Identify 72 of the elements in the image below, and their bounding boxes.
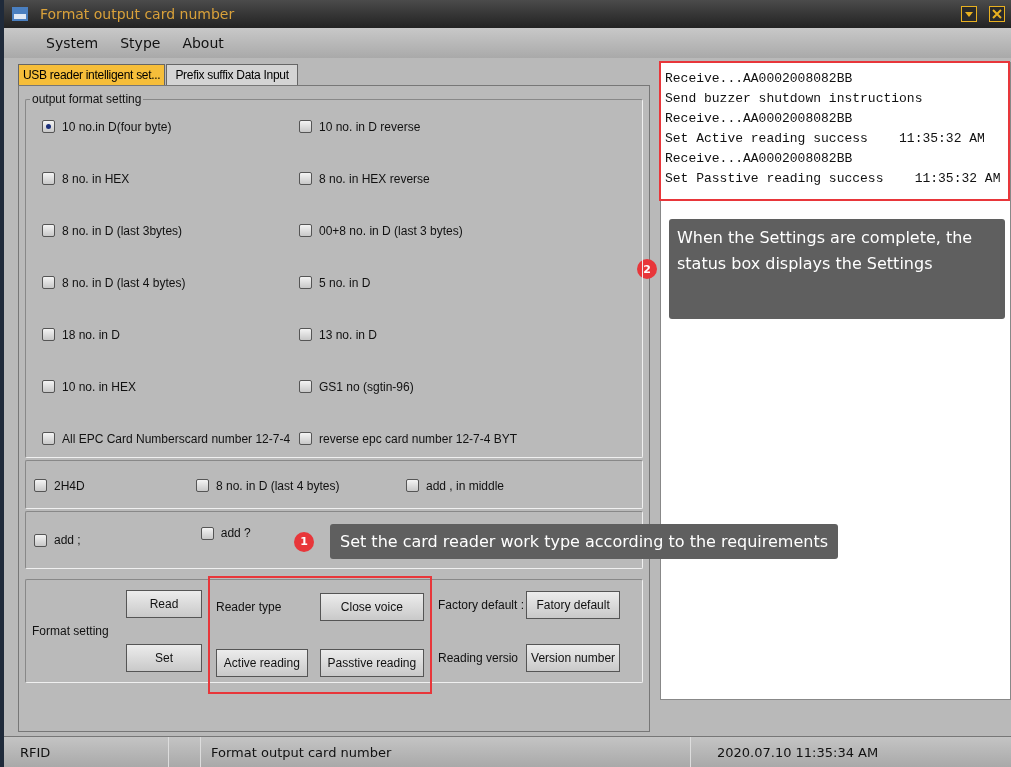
log-line: Send buzzer shutdown instructions (665, 90, 924, 108)
option-label: All EPC Card Numberscard number 12-7-4 (62, 431, 291, 446)
option-label: 10 no. in D reverse (319, 119, 421, 134)
status-title: Format output card number (201, 737, 691, 767)
number-badge: 2 (637, 259, 657, 279)
option-label: 18 no. in D (62, 327, 121, 342)
checkbox[interactable] (406, 479, 419, 492)
option-label: add , in middle (426, 478, 505, 493)
status-datetime: 2020.07.10 11:35:34 AM (716, 743, 879, 762)
set-button[interactable]: Set (126, 644, 202, 672)
option-label: reverse epc card number 12-7-4 BYT (319, 431, 518, 446)
checkbox[interactable] (42, 172, 55, 185)
checkbox[interactable] (42, 380, 55, 393)
checkbox[interactable] (299, 380, 312, 393)
checkbox[interactable] (299, 120, 312, 133)
option-label: add ; (54, 533, 81, 547)
passive-reading-button[interactable]: Passtive reading (319, 649, 424, 677)
option-label: 00+8 no. in D (last 3 bytes) (319, 223, 463, 238)
number-badge: 1 (294, 531, 314, 552)
factory-default-button[interactable]: Fatory default (526, 590, 621, 619)
close-icon[interactable] (989, 6, 1005, 22)
option-label: 5 no. in D (319, 275, 371, 290)
log-line: Set Active reading success 11:35:32 AM (665, 130, 986, 148)
active-reading-button[interactable]: Active reading (216, 649, 308, 677)
checkbox[interactable] (299, 224, 312, 237)
option-label: GS1 no (sgtin-96) (319, 379, 414, 394)
checkbox[interactable] (200, 526, 214, 540)
option-label: 10 no. in HEX (62, 379, 137, 394)
factory-default-label: Factory default : (438, 597, 525, 612)
checkbox[interactable] (196, 479, 209, 492)
checkbox[interactable] (34, 479, 47, 492)
callout-text: Set the card reader work type according to the requirements (330, 524, 839, 559)
status-app: RFID (4, 737, 169, 767)
checkbox[interactable] (42, 276, 55, 289)
version-number-button[interactable]: Version number (526, 643, 621, 672)
option-label: 13 no. in D (319, 327, 378, 342)
option-label: 8 no. in HEX (62, 171, 130, 186)
checkbox[interactable] (34, 533, 47, 547)
log-line: Receive...AA0002008082BB (665, 110, 854, 128)
checkbox[interactable] (299, 276, 312, 289)
option-label: 10 no.in D(four byte) (62, 119, 172, 134)
log-line: Receive...AA0002008082BB (665, 150, 854, 168)
close-voice-button[interactable]: Close voice (319, 593, 424, 621)
read-button[interactable]: Read (126, 590, 202, 618)
checkbox[interactable] (42, 328, 55, 341)
menu-item[interactable]: About (182, 35, 224, 51)
option-label: add ? (220, 526, 251, 540)
format-setting-label: Format setting (32, 624, 110, 638)
callout-text: When the Settings are complete, the status box displays the Settings (669, 219, 1005, 319)
checkbox[interactable] (42, 120, 55, 133)
reader-type-label: Reader type (216, 600, 283, 614)
option-label: 8 no. in D (last 4 bytes) (216, 478, 340, 493)
group-title: output format setting (31, 92, 143, 106)
checkbox[interactable] (299, 432, 312, 445)
log-line: Receive...AA0002008082BB (665, 70, 854, 88)
app-icon (12, 7, 28, 21)
option-label: 8 no. in D (last 3bytes) (62, 223, 183, 238)
tab[interactable]: USB reader intelligent set... (18, 64, 166, 85)
minimize-icon[interactable] (961, 6, 977, 22)
checkbox[interactable] (299, 328, 312, 341)
log-line: Set Passtive reading success 11:35:32 AM (665, 170, 1002, 188)
reading-version-label: Reading versio (438, 650, 520, 665)
menu-item[interactable]: System (46, 35, 99, 51)
checkbox[interactable] (42, 224, 55, 237)
option-label: 8 no. in D (last 4 bytes) (62, 275, 186, 290)
checkbox[interactable] (42, 432, 55, 445)
menu-item[interactable]: Stype (120, 35, 161, 51)
option-label: 8 no. in HEX reverse (319, 171, 430, 186)
tab[interactable]: Prefix suffix Data Input (166, 64, 298, 85)
window-title: Format output card number (40, 6, 235, 22)
checkbox[interactable] (299, 172, 312, 185)
option-label: 2H4D (54, 478, 85, 493)
